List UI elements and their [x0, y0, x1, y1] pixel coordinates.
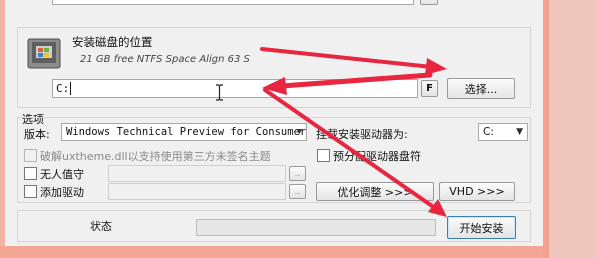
annotation-arrow-to-choose	[260, 47, 434, 69]
annotation-arrow-to-path	[279, 72, 433, 89]
annotation-arrows	[260, 47, 447, 217]
annotation-arrow-to-start	[263, 88, 437, 210]
annotation-arrowhead	[428, 199, 447, 217]
annotation-arrowhead	[425, 58, 447, 75]
